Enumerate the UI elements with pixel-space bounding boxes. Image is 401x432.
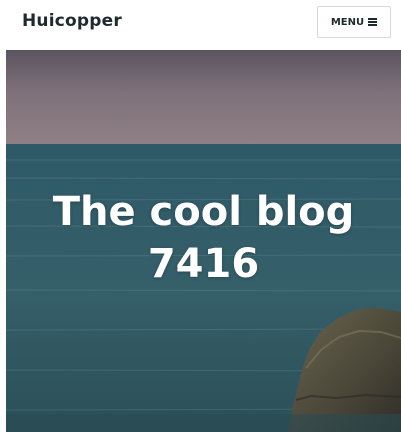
hero-title: The cool blog 7416 [6,186,401,290]
page: Huicopper MENU The cool blog 7416 [0,0,401,432]
menu-button[interactable]: MENU [317,6,391,38]
hero-title-line-2: 7416 [147,241,260,287]
site-title[interactable]: Huicopper [22,11,122,31]
hamburger-icon [368,18,378,26]
menu-button-label: MENU [330,16,365,28]
hero-title-line-1: The cool blog [52,189,355,235]
top-bar: Huicopper MENU [0,0,401,50]
hero-banner: The cool blog 7416 [6,50,401,432]
